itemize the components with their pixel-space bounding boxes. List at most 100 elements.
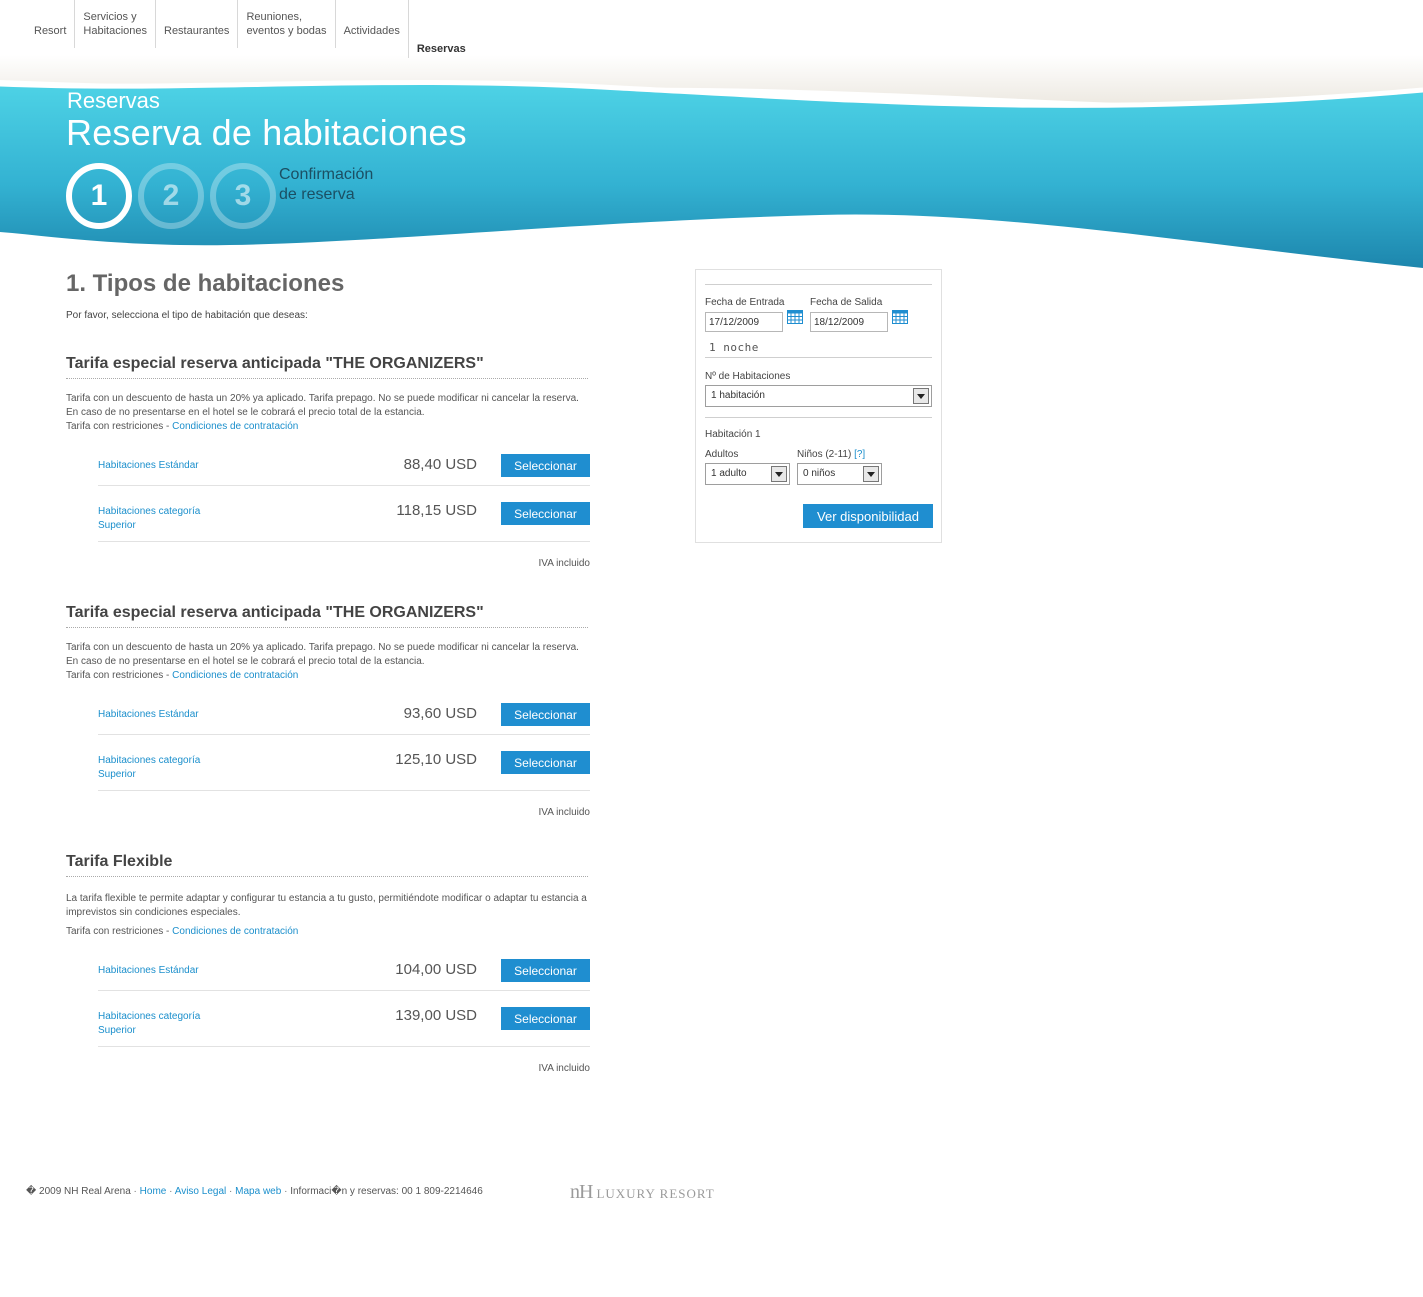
top-nav: Resort Servicios y Habitaciones Restaura…	[26, 0, 474, 58]
footer-separator: ·	[133, 1186, 137, 1197]
select-button[interactable]: Seleccionar	[501, 454, 590, 477]
nav-item-servicios[interactable]: Servicios y Habitaciones	[74, 0, 155, 48]
rate-description: La tarifa flexible te permite adaptar y …	[66, 893, 587, 918]
tax-note: IVA incluido	[538, 558, 590, 569]
room-name-link[interactable]: Habitaciones categoría Superior	[98, 1010, 228, 1038]
section-intro: Por favor, selecciona el tipo de habitac…	[66, 310, 308, 321]
chevron-down-icon	[913, 388, 929, 404]
room-price: 88,40 USD	[403, 456, 477, 473]
rate-restrictions: Tarifa con restriciones - Condiciones de…	[66, 669, 590, 683]
room-list: Habitaciones Estándar 93,60 USD Seleccio…	[98, 703, 590, 791]
rate-block: Tarifa Flexible La tarifa flexible te pe…	[66, 853, 590, 1074]
rate-block: Tarifa especial reserva anticipada "THE …	[66, 604, 590, 818]
room-price: 139,00 USD	[395, 1007, 477, 1024]
room-name-link[interactable]: Habitaciones Estándar	[98, 964, 199, 978]
room-list: Habitaciones Estándar 88,40 USD Seleccio…	[98, 454, 590, 542]
nav-item-resort[interactable]: Resort	[26, 0, 74, 48]
booking-panel: Fecha de Entrada Fecha de Salida 1 noche…	[695, 269, 942, 543]
room-price: 93,60 USD	[403, 705, 477, 722]
rate-restrictions: Tarifa con restriciones - Condiciones de…	[66, 420, 590, 434]
nav-item-reuniones[interactable]: Reuniones, eventos y bodas	[237, 0, 334, 48]
room-name-link[interactable]: Habitaciones categoría Superior	[98, 754, 228, 782]
rate-description: Tarifa con un descuento de hasta un 20% …	[66, 393, 579, 418]
step-label-line1: Confirmación	[279, 166, 374, 183]
step-label: Confirmación de reserva	[279, 165, 373, 205]
checkout-date-input[interactable]	[810, 312, 888, 332]
brand-logo: nH LUXURY RESORT	[570, 1181, 715, 1204]
conditions-link[interactable]: Condiciones de contratación	[172, 670, 298, 681]
calendar-icon[interactable]	[787, 310, 803, 324]
room-price: 118,15 USD	[396, 502, 477, 519]
children-select[interactable]: 0 niños	[797, 463, 882, 485]
adults-label: Adultos	[705, 449, 739, 460]
divider	[705, 284, 932, 285]
room-row: Habitaciones Estándar 104,00 USD Selecci…	[98, 959, 590, 991]
select-button[interactable]: Seleccionar	[501, 959, 590, 982]
tax-note: IVA incluido	[538, 807, 590, 818]
room-price: 125,10 USD	[395, 751, 477, 768]
rate-block: Tarifa especial reserva anticipada "THE …	[66, 355, 590, 569]
checkout-label: Fecha de Salida	[810, 297, 883, 308]
chevron-down-icon	[863, 466, 879, 482]
select-button[interactable]: Seleccionar	[501, 502, 590, 525]
restrictions-prefix: Tarifa con restriciones -	[66, 926, 173, 937]
room1-label: Habitación 1	[705, 429, 761, 440]
footer-separator: ·	[169, 1186, 173, 1197]
room-row: Habitaciones categoría Superior 125,10 U…	[98, 735, 590, 791]
nav-item-restaurantes[interactable]: Restaurantes	[155, 0, 237, 48]
tax-note: IVA incluido	[538, 1063, 590, 1074]
check-availability-button[interactable]: Ver disponibilidad	[803, 504, 933, 528]
rooms-select[interactable]: 1 habitación	[705, 385, 932, 407]
select-button[interactable]: Seleccionar	[501, 1007, 590, 1030]
children-select-value: 0 niños	[803, 468, 836, 479]
conditions-link[interactable]: Condiciones de contratación	[172, 926, 298, 937]
brand-logo-text: LUXURY RESORT	[596, 1186, 715, 1201]
nav-item-label: Actividades	[343, 25, 400, 37]
nav-item-actividades[interactable]: Actividades	[334, 0, 408, 48]
rate-title: Tarifa Flexible	[66, 853, 588, 877]
footer-sitemap-link[interactable]: Mapa web	[235, 1186, 281, 1197]
step-2: 2	[138, 163, 204, 229]
room-name-link[interactable]: Habitaciones Estándar	[98, 459, 199, 473]
rooms-label: Nº de Habitaciones	[705, 371, 791, 382]
footer-home-link[interactable]: Home	[140, 1186, 167, 1197]
children-label-text: Niños (2-11)	[797, 449, 852, 460]
step-3: 3	[210, 163, 276, 229]
restrictions-prefix: Tarifa con restriciones -	[66, 421, 173, 432]
select-button[interactable]: Seleccionar	[501, 751, 590, 774]
footer: � 2009 NH Real Arena · Home · Aviso Lega…	[26, 1186, 483, 1197]
room-row: Habitaciones categoría Superior 139,00 U…	[98, 991, 590, 1047]
nav-item-label: Restaurantes	[164, 25, 230, 37]
footer-copyright: � 2009 NH Real Arena	[26, 1186, 131, 1197]
chevron-down-icon	[771, 466, 787, 482]
select-button[interactable]: Seleccionar	[501, 703, 590, 726]
brand-logo-mark: nH	[570, 1181, 593, 1203]
rate-restrictions: Tarifa con restriciones - Condiciones de…	[66, 925, 590, 939]
header-subtitle: Reservas	[67, 88, 160, 113]
adults-select[interactable]: 1 adulto	[705, 463, 790, 485]
footer-legal-link[interactable]: Aviso Legal	[175, 1186, 227, 1197]
room-row: Habitaciones categoría Superior 118,15 U…	[98, 486, 590, 542]
room-row: Habitaciones Estándar 88,40 USD Seleccio…	[98, 454, 590, 486]
children-label: Niños (2-11) [?]	[797, 449, 865, 460]
calendar-icon[interactable]	[892, 310, 908, 324]
rate-title: Tarifa especial reserva anticipada "THE …	[66, 355, 588, 379]
divider	[705, 357, 932, 358]
checkin-date-input[interactable]	[705, 312, 783, 332]
room-name-link[interactable]: Habitaciones categoría Superior	[98, 505, 228, 533]
footer-info: Informaci�n y reservas: 00 1 809-2214646	[290, 1186, 483, 1197]
room-price: 104,00 USD	[395, 961, 477, 978]
nav-item-reservas[interactable]: Reservas	[407, 0, 474, 58]
conditions-link[interactable]: Condiciones de contratación	[172, 421, 298, 432]
room-list: Habitaciones Estándar 104,00 USD Selecci…	[98, 959, 590, 1047]
adults-select-value: 1 adulto	[711, 468, 747, 479]
divider	[705, 417, 932, 418]
step-1: 1	[66, 163, 132, 229]
room-name-link[interactable]: Habitaciones Estándar	[98, 708, 199, 722]
room-row: Habitaciones Estándar 93,60 USD Seleccio…	[98, 703, 590, 735]
footer-separator: ·	[229, 1186, 233, 1197]
children-help-link[interactable]: [?]	[854, 449, 865, 460]
nav-item-label: Reuniones, eventos y bodas	[246, 11, 327, 37]
nights-count: 1 noche	[709, 341, 759, 354]
rooms-select-value: 1 habitación	[711, 390, 765, 401]
